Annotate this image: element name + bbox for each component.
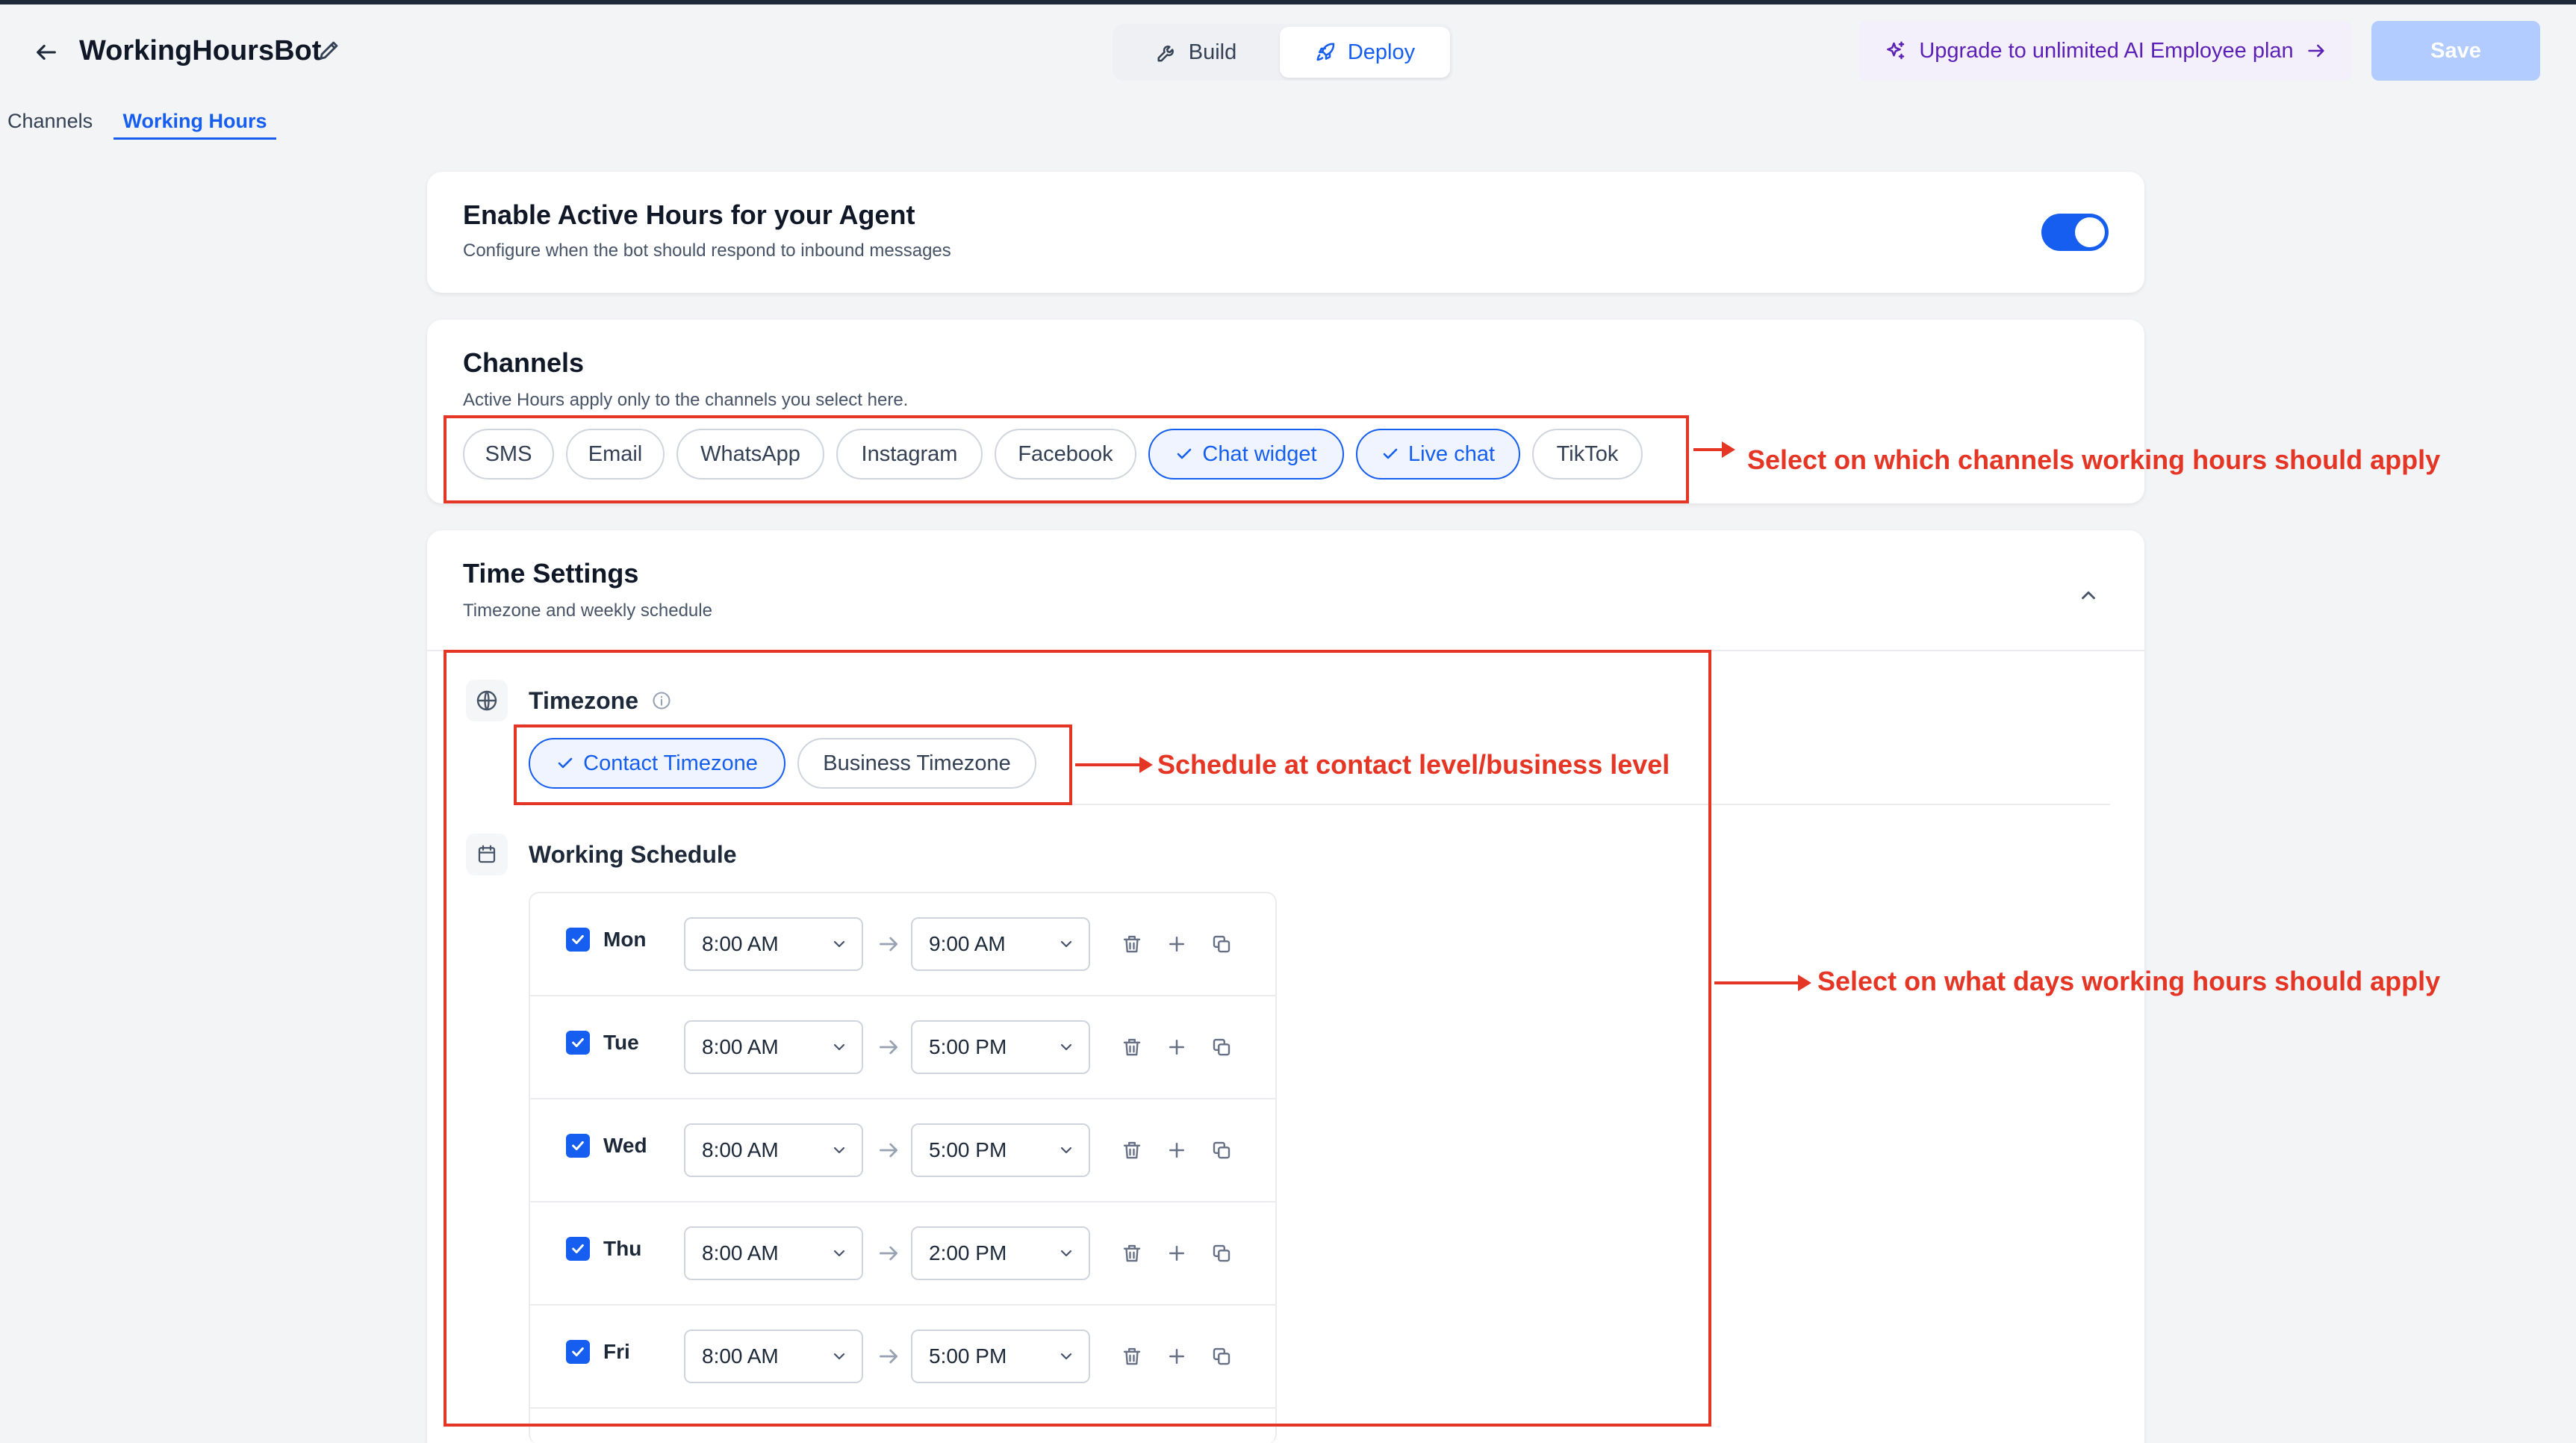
- header: WorkingHoursBot Build Deploy Upgrade to …: [0, 4, 2576, 94]
- bot-title: WorkingHoursBot: [79, 35, 322, 66]
- active-hours-card: Enable Active Hours for your Agent Confi…: [427, 172, 2144, 293]
- save-button[interactable]: Save: [2371, 21, 2540, 81]
- wrench-icon: [1157, 46, 1174, 62]
- build-button[interactable]: Build: [1116, 27, 1277, 78]
- annotation-box-timezone: [514, 724, 1072, 805]
- build-label: Build: [1188, 40, 1237, 64]
- arrow-right-icon: [2308, 44, 2324, 58]
- tab-working-hours[interactable]: Working Hours: [113, 105, 276, 140]
- collapse-chevron-up-icon[interactable]: [2070, 577, 2107, 614]
- annotation-arrow-timezone: [1075, 757, 1153, 773]
- back-arrow-icon[interactable]: [28, 34, 64, 70]
- annotation-text-days: Select on what days working hours should…: [1817, 966, 2441, 996]
- active-hours-subtitle: Configure when the bot should respond to…: [463, 241, 951, 261]
- annotation-box-channels: [444, 415, 1689, 503]
- rocket-icon: [1316, 43, 1335, 61]
- build-deploy-switch: Build Deploy: [1113, 24, 1453, 81]
- annotation-text-channels: Select on which channels working hours s…: [1747, 444, 2441, 475]
- time-settings-subtitle: Timezone and weekly schedule: [463, 601, 712, 621]
- toggle-knob: [2075, 217, 2105, 247]
- deploy-label: Deploy: [1347, 40, 1416, 64]
- annotation-arrow-days: [1714, 975, 1811, 991]
- pencil-icon[interactable]: [317, 37, 345, 66]
- deploy-button[interactable]: Deploy: [1280, 27, 1450, 78]
- channels-subtitle: Active Hours apply only to the channels …: [463, 390, 909, 410]
- tab-channels[interactable]: Channels: [7, 105, 93, 137]
- sparkle-icon: [1887, 41, 1905, 60]
- annotation-text-timezone: Schedule at contact level/business level: [1157, 749, 1670, 780]
- time-settings-title: Time Settings: [463, 558, 639, 589]
- active-hours-toggle[interactable]: [2041, 214, 2109, 251]
- annotation-arrow-channels: [1693, 441, 1735, 458]
- upgrade-plan-button[interactable]: Upgrade to unlimited AI Employee plan: [1859, 21, 2352, 81]
- upgrade-label: Upgrade to unlimited AI Employee plan: [1919, 38, 2294, 63]
- active-hours-title: Enable Active Hours for your Agent: [463, 199, 915, 230]
- channels-title: Channels: [463, 347, 585, 378]
